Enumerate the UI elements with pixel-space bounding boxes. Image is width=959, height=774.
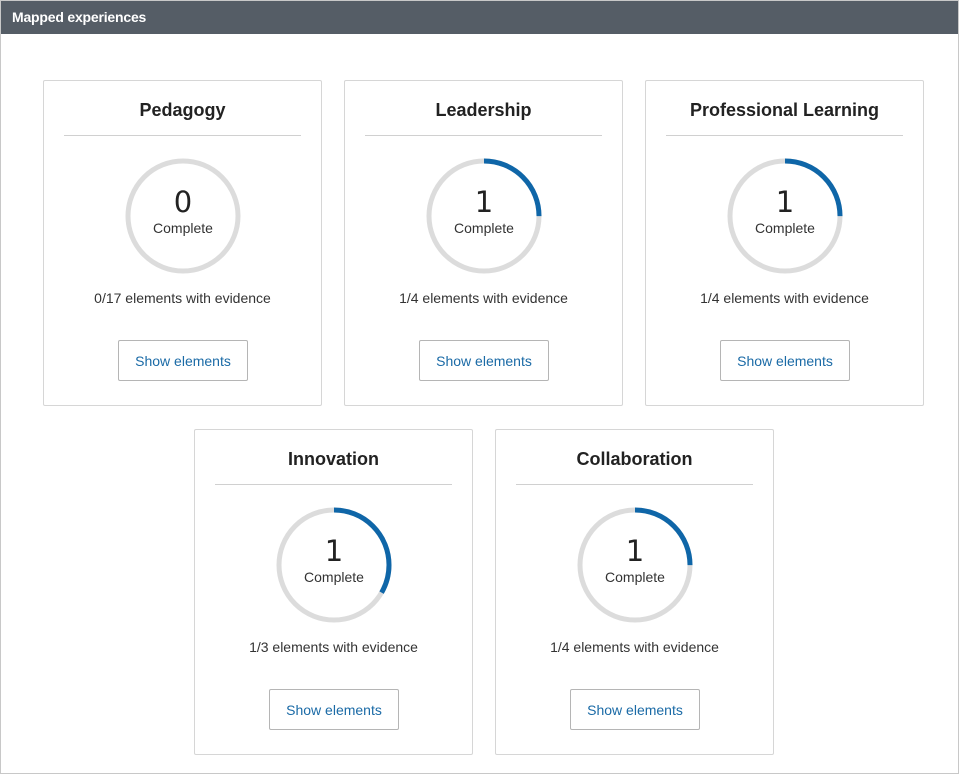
show-elements-button[interactable]: Show elements bbox=[269, 689, 399, 730]
show-elements-button[interactable]: Show elements bbox=[570, 689, 700, 730]
evidence-summary: 1/4 elements with evidence bbox=[550, 639, 719, 655]
complete-count: 1 bbox=[625, 534, 645, 568]
card-innovation: Innovation 1 Complete 1/3 elements with … bbox=[194, 429, 473, 755]
card-title: Innovation bbox=[288, 449, 379, 469]
card-divider bbox=[666, 135, 903, 136]
progress-ring: 1 Complete bbox=[576, 506, 694, 624]
evidence-summary: 1/4 elements with evidence bbox=[399, 290, 568, 306]
progress-ring: 1 Complete bbox=[726, 157, 844, 275]
card-divider bbox=[365, 135, 602, 136]
mapped-experiences-panel: Mapped experiences Pedagogy 0 Complete 0… bbox=[0, 0, 959, 774]
progress-ring: 1 Complete bbox=[425, 157, 543, 275]
progress-ring: 0 Complete bbox=[124, 157, 242, 275]
show-elements-button[interactable]: Show elements bbox=[118, 340, 248, 381]
card-title: Professional Learning bbox=[689, 100, 880, 120]
card-professional-learning: Professional Learning 1 Complete 1/4 ele… bbox=[645, 80, 924, 406]
evidence-summary: 1/3 elements with evidence bbox=[249, 639, 418, 655]
progress-ring: 1 Complete bbox=[275, 506, 393, 624]
card-pedagogy: Pedagogy 0 Complete 0/17 elements with e… bbox=[43, 80, 322, 406]
card-collaboration: Collaboration 1 Complete 1/4 elements wi… bbox=[495, 429, 774, 755]
complete-label: Complete bbox=[454, 220, 514, 236]
evidence-summary: 1/4 elements with evidence bbox=[700, 290, 869, 306]
complete-label: Complete bbox=[605, 569, 665, 585]
panel-title: Mapped experiences bbox=[12, 9, 147, 25]
card-leadership: Leadership 1 Complete 1/4 elements with … bbox=[344, 80, 623, 406]
card-title: Collaboration bbox=[576, 449, 693, 469]
complete-count: 1 bbox=[324, 534, 344, 568]
panel-header: Mapped experiences bbox=[1, 1, 958, 34]
card-title: Pedagogy bbox=[139, 100, 226, 120]
card-title: Leadership bbox=[435, 100, 532, 120]
card-divider bbox=[215, 484, 452, 485]
complete-count: 1 bbox=[474, 185, 494, 219]
show-elements-button[interactable]: Show elements bbox=[419, 340, 549, 381]
card-divider bbox=[64, 135, 301, 136]
complete-count: 1 bbox=[775, 185, 795, 219]
complete-label: Complete bbox=[153, 220, 213, 236]
evidence-summary: 0/17 elements with evidence bbox=[94, 290, 271, 306]
complete-label: Complete bbox=[755, 220, 815, 236]
complete-label: Complete bbox=[304, 569, 364, 585]
card-divider bbox=[516, 484, 753, 485]
show-elements-button[interactable]: Show elements bbox=[720, 340, 850, 381]
complete-count: 0 bbox=[173, 185, 193, 219]
